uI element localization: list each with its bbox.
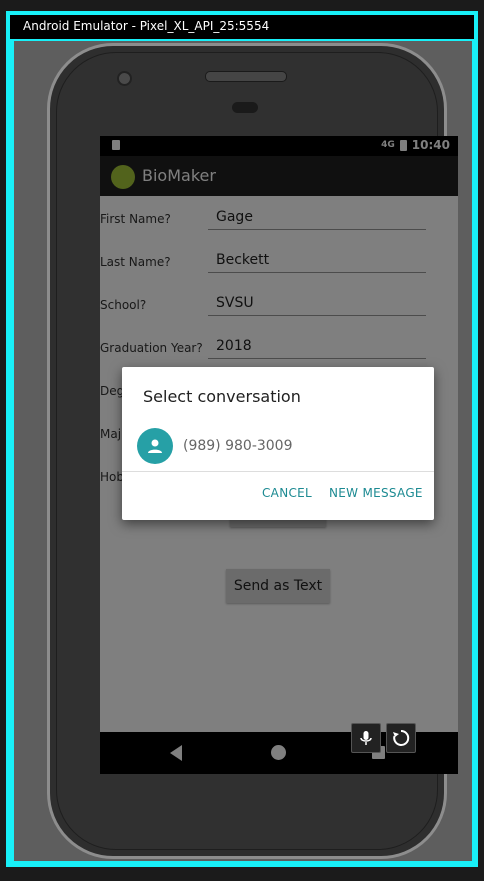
speaker-grille [205, 71, 287, 82]
contact-number: (989) 980-3009 [183, 438, 293, 454]
conversation-item[interactable]: (989) 980-3009 [122, 425, 434, 467]
dialog-title: Select conversation [143, 387, 301, 406]
emulator-toolbar [351, 723, 416, 753]
new-message-button[interactable]: NEW MESSAGE [325, 484, 427, 502]
emulator-title: Android Emulator - Pixel_XL_API_25:5554 [10, 15, 474, 39]
device-screen: 4G 10:40 BioMaker First Name? Last Name? [100, 136, 458, 774]
rotate-icon[interactable] [386, 723, 416, 753]
emulator-window: Android Emulator - Pixel_XL_API_25:5554 … [6, 11, 478, 867]
camera-icon [117, 71, 132, 86]
select-conversation-dialog: Select conversation (989) 980-3009 CANCE… [122, 367, 434, 520]
cancel-button[interactable]: CANCEL [258, 484, 316, 502]
proximity-sensor [232, 102, 258, 113]
dialog-divider [122, 471, 434, 472]
emulator-canvas: 4G 10:40 BioMaker First Name? Last Name? [14, 41, 472, 861]
person-icon [137, 428, 173, 464]
microphone-icon[interactable] [351, 723, 381, 753]
